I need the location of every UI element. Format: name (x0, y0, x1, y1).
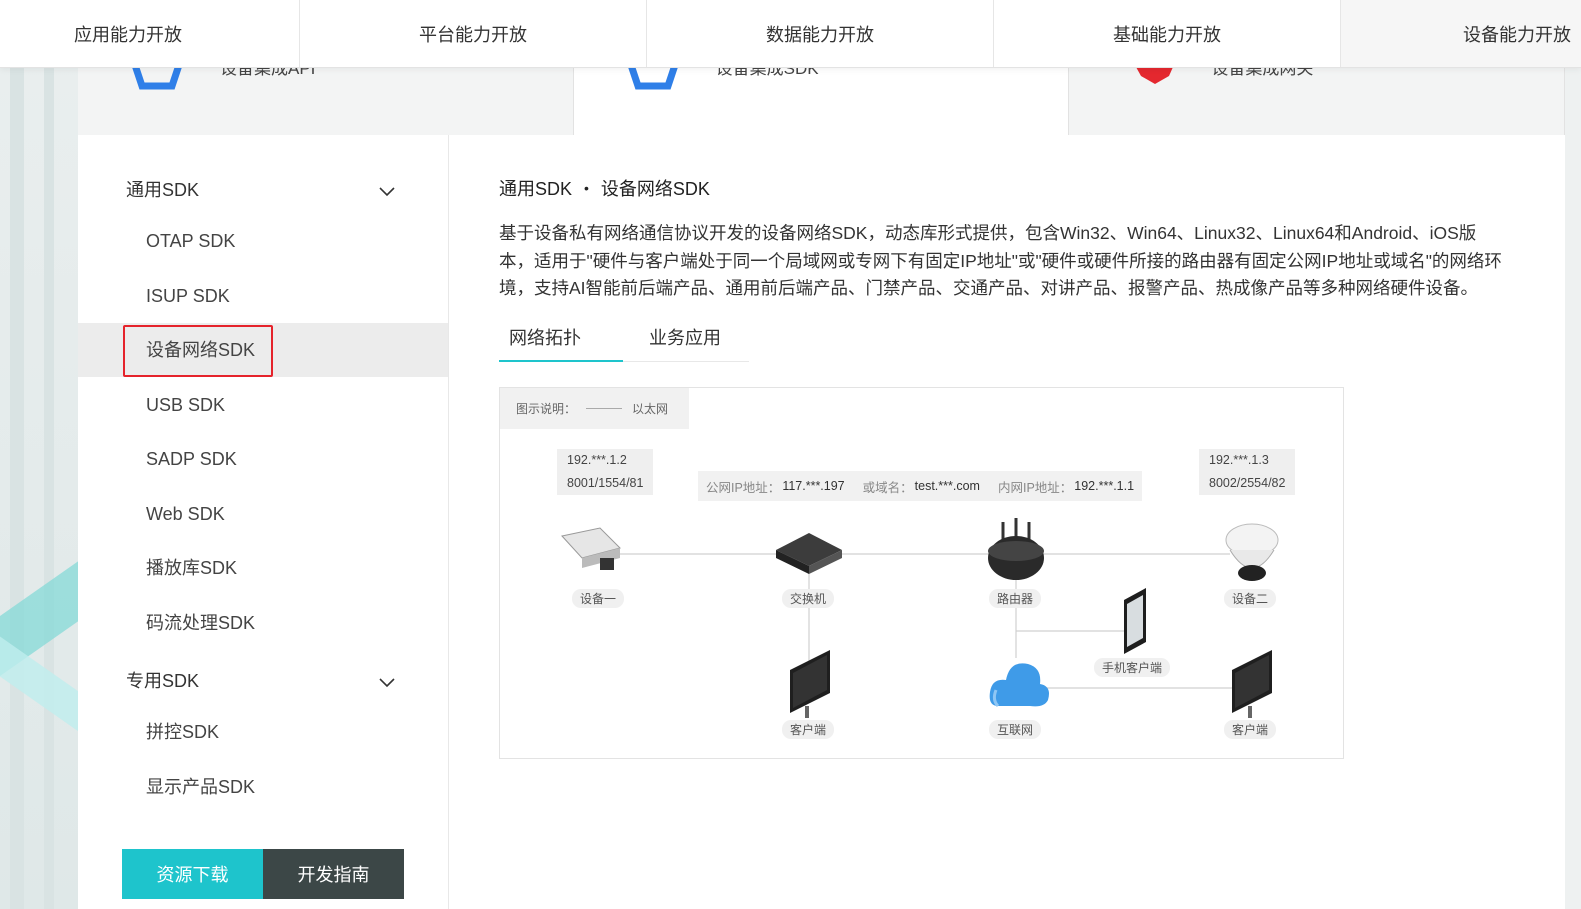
nav-tab-basic[interactable]: 基础能力开放 (994, 0, 1341, 67)
switch-icon (776, 533, 842, 574)
dev-guide-button[interactable]: 开发指南 (263, 849, 404, 899)
main-content: 通用SDK • 设备网络SDK 基于设备私有网络通信协议开发的设备网络SDK，动… (499, 160, 1519, 362)
tab-network-topology[interactable]: 网络拓扑 (499, 320, 623, 362)
legend-label: 图示说明： (516, 402, 577, 416)
selection-highlight (123, 325, 273, 377)
sidebar-item-usb[interactable]: USB SDK (78, 378, 448, 432)
breadcrumb-parent[interactable]: 通用SDK (499, 175, 572, 201)
breadcrumb-current: 设备网络SDK (600, 179, 710, 199)
domain-value: test.***.com (914, 479, 980, 493)
diagram-legend: 图示说明： 以太网 (500, 388, 689, 429)
node-switch: 交换机 (782, 589, 835, 608)
lan-ip-value: 192.***.1.1 (1074, 479, 1135, 493)
product-card-api[interactable]: 设备集成API (78, 68, 574, 135)
bullet-camera-icon (561, 527, 621, 570)
product-label: 设备集成API (220, 68, 316, 78)
right-background (1565, 68, 1581, 909)
product-strip: 设备集成API 设备集成SDK 设备集成网关 (78, 68, 1566, 135)
sidebar: 通用SDK OTAP SDK ISUP SDK 设备网络SDK USB SDK … (78, 135, 449, 909)
resource-download-button[interactable]: 资源下载 (122, 849, 263, 899)
left-background (0, 68, 78, 909)
breadcrumb: 通用SDK • 设备网络SDK (499, 160, 1519, 216)
monitor-icon (790, 650, 830, 718)
topology-diagram: 图示说明： 以太网 192.***.1.2 8001/1554/81 公网IP地… (499, 387, 1344, 759)
nav-tab-app[interactable]: 应用能力开放 (0, 0, 300, 67)
product-card-gateway[interactable]: 设备集成网关 (1069, 68, 1566, 135)
router-icon (988, 518, 1044, 580)
top-nav: 应用能力开放 平台能力开放 数据能力开放 基础能力开放 设备能力开放 (0, 0, 1581, 68)
nav-tab-data[interactable]: 数据能力开放 (647, 0, 994, 67)
device2-address-box: 192.***.1.3 8002/2554/82 (1199, 449, 1296, 495)
node-device2: 设备二 (1224, 589, 1277, 608)
topology-links (561, 518, 1279, 718)
nav-tab-platform[interactable]: 平台能力开放 (300, 0, 647, 67)
sidebar-item-otap[interactable]: OTAP SDK (78, 214, 448, 268)
node-device1: 设备一 (572, 589, 625, 608)
router-address-box: 公网IP地址： 117.***.197 或域名： test.***.com 内网… (698, 471, 1143, 501)
sidebar-item-display[interactable]: 显示产品SDK (78, 760, 448, 814)
device1-address-box: 192.***.1.2 8001/1554/81 (557, 449, 654, 495)
device2-ports: 8002/2554/82 (1209, 476, 1286, 490)
ethernet-line-icon (586, 408, 623, 409)
device1-ports: 8001/1554/81 (567, 476, 644, 490)
sidebar-item-playback[interactable]: 播放库SDK (78, 541, 448, 595)
node-mobile-client: 手机客户端 (1094, 658, 1171, 677)
sidebar-group-general[interactable]: 通用SDK (126, 176, 199, 202)
sidebar-item-web[interactable]: Web SDK (78, 487, 448, 541)
tab-business-application[interactable]: 业务应用 (623, 320, 731, 362)
sdk-description: 基于设备私有网络通信协议开发的设备网络SDK，动态库形式提供，包含Win32、W… (499, 223, 1502, 298)
legend-ethernet: 以太网 (632, 402, 669, 416)
mobile-phone-icon (1124, 588, 1146, 654)
content-tabs: 网络拓扑 业务应用 (499, 320, 749, 362)
cloud-icon (989, 663, 1049, 708)
node-internet: 互联网 (989, 720, 1042, 739)
gateway-icon (1136, 68, 1173, 84)
breadcrumb-separator: • (584, 180, 589, 196)
node-client2: 客户端 (1224, 720, 1277, 739)
node-router: 路由器 (989, 589, 1042, 608)
public-ip-label: 公网IP地址： (706, 480, 781, 495)
domain-label: 或域名： (862, 480, 913, 495)
product-label: 设备集成SDK (715, 68, 819, 78)
device2-ip: 192.***.1.3 (1209, 453, 1269, 467)
sidebar-item-stream[interactable]: 码流处理SDK (78, 596, 448, 650)
product-label: 设备集成网关 (1211, 68, 1314, 78)
nav-tab-device[interactable]: 设备能力开放 (1341, 0, 1581, 67)
chevron-down-icon[interactable] (378, 673, 396, 691)
sidebar-item-sadp[interactable]: SADP SDK (78, 432, 448, 486)
public-ip-value: 117.***.197 (782, 479, 845, 493)
lan-ip-label: 内网IP地址： (997, 480, 1073, 495)
device1-ip: 192.***.1.2 (567, 453, 627, 467)
node-client1: 客户端 (782, 720, 835, 739)
monitor-icon (1232, 650, 1272, 718)
sdk-icon (627, 68, 678, 90)
dome-camera-icon (1225, 523, 1279, 581)
api-icon (132, 68, 182, 90)
sidebar-item-isup[interactable]: ISUP SDK (78, 269, 448, 323)
sidebar-group-special[interactable]: 专用SDK (126, 667, 199, 693)
sidebar-item-splice[interactable]: 拼控SDK (78, 705, 448, 759)
chevron-down-icon[interactable] (378, 182, 396, 200)
product-card-sdk[interactable]: 设备集成SDK (573, 68, 1070, 135)
